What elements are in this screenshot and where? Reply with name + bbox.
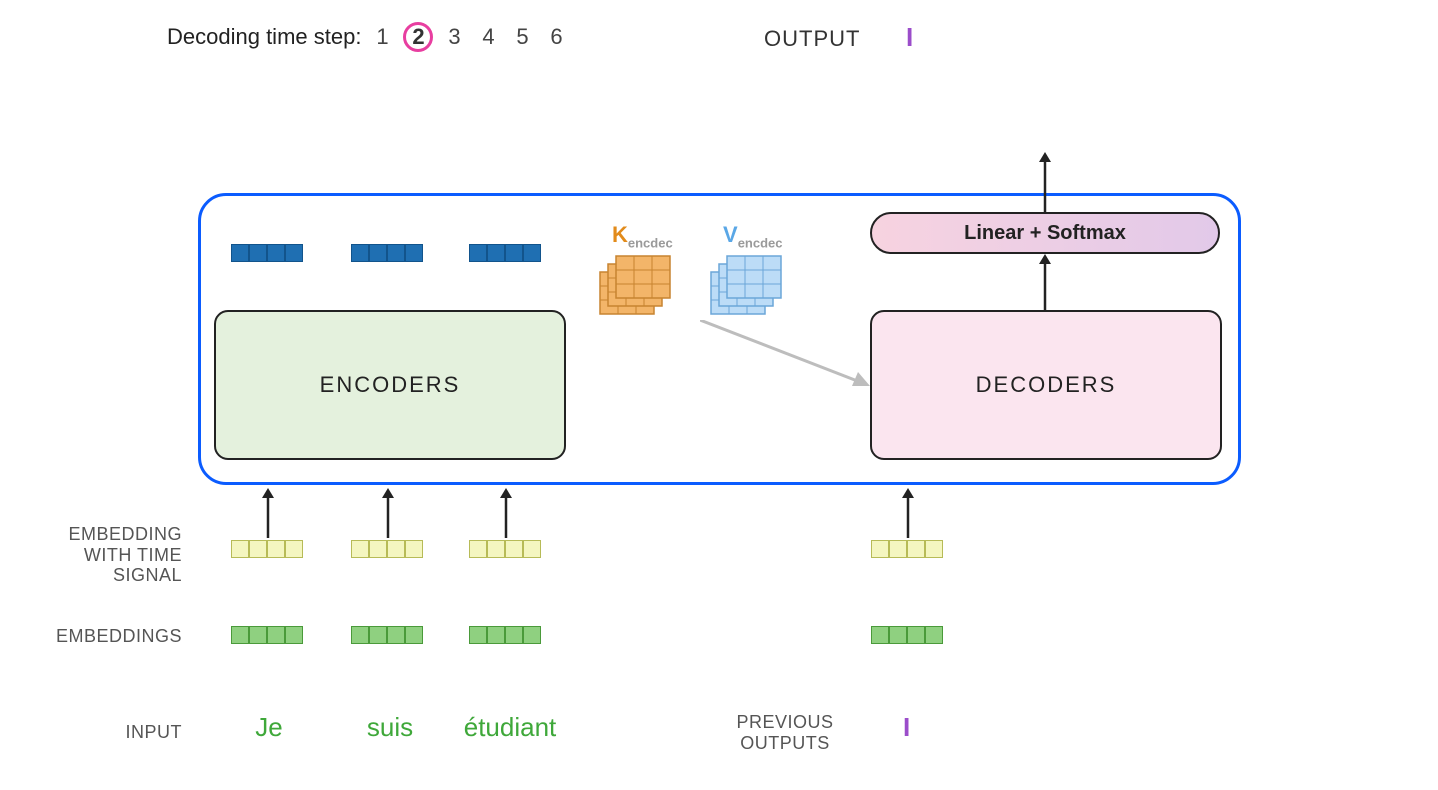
output-token: I bbox=[906, 22, 913, 53]
timestep-2: 2 bbox=[412, 24, 424, 50]
k-matrices-icon bbox=[592, 250, 682, 330]
arrow-dec-in-1 bbox=[898, 488, 918, 538]
row-label-embedding-time: EMBEDDING WITH TIME SIGNAL bbox=[22, 524, 182, 586]
arrow-linear-to-output bbox=[1035, 152, 1055, 212]
decoders-block: DECODERS bbox=[870, 310, 1222, 460]
row-label-previous-outputs: PREVIOUS OUTPUTS bbox=[720, 712, 850, 753]
arrow-enc-in-2 bbox=[378, 488, 398, 538]
arrow-enc-in-1 bbox=[258, 488, 278, 538]
arrow-enc-in-3 bbox=[496, 488, 516, 538]
encoder-output-vec-2 bbox=[351, 244, 423, 262]
v-letter: V bbox=[723, 222, 738, 247]
output-label: OUTPUT bbox=[764, 26, 860, 52]
v-sub: encdec bbox=[738, 235, 783, 250]
linear-softmax-block: Linear + Softmax bbox=[870, 212, 1220, 254]
timestep-current-circle: 2 bbox=[403, 22, 433, 52]
timestep-4: 4 bbox=[475, 24, 501, 50]
encoders-block: ENCODERS bbox=[214, 310, 566, 460]
emb-vec-enc-1 bbox=[231, 626, 303, 644]
emb-vec-dec-1 bbox=[871, 626, 943, 644]
row-label-embeddings: EMBEDDINGS bbox=[22, 626, 182, 647]
emb-time-vec-enc-3 bbox=[469, 540, 541, 558]
timestep-label: Decoding time step: bbox=[167, 24, 361, 50]
timestep-1: 1 bbox=[369, 24, 395, 50]
input-token-1: Je bbox=[239, 712, 299, 743]
linear-softmax-label: Linear + Softmax bbox=[964, 222, 1126, 245]
emb-vec-enc-2 bbox=[351, 626, 423, 644]
v-encdec-label: Vencdec bbox=[723, 222, 783, 250]
timestep-3: 3 bbox=[441, 24, 467, 50]
input-token-3: étudiant bbox=[450, 712, 570, 743]
emb-time-vec-enc-2 bbox=[351, 540, 423, 558]
timestep-6: 6 bbox=[543, 24, 569, 50]
k-letter: K bbox=[612, 222, 628, 247]
k-encdec-label: Kencdec bbox=[612, 222, 673, 250]
decoding-timestep-header: Decoding time step: 1 2 3 4 5 6 bbox=[167, 22, 569, 52]
encoder-output-vec-3 bbox=[469, 244, 541, 262]
row-label-input: INPUT bbox=[22, 722, 182, 743]
emb-time-vec-dec-1 bbox=[871, 540, 943, 558]
previous-output-token-1: I bbox=[903, 712, 910, 743]
decoders-label: DECODERS bbox=[976, 372, 1117, 398]
emb-time-vec-enc-1 bbox=[231, 540, 303, 558]
encoders-label: ENCODERS bbox=[320, 372, 461, 398]
arrow-decoders-to-linear bbox=[1035, 254, 1055, 312]
emb-vec-enc-3 bbox=[469, 626, 541, 644]
arrow-kv-to-decoders bbox=[700, 320, 880, 400]
input-token-2: suis bbox=[350, 712, 430, 743]
v-matrices-icon bbox=[703, 250, 793, 330]
timestep-5: 5 bbox=[509, 24, 535, 50]
encoder-output-vec-1 bbox=[231, 244, 303, 262]
k-sub: encdec bbox=[628, 235, 673, 250]
